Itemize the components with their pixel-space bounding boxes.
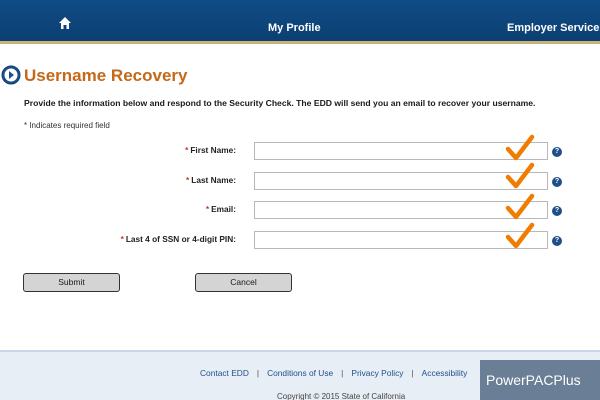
footer-links: Contact EDD | Conditions of Use | Privacy Po… bbox=[200, 368, 482, 378]
first-name-input[interactable] bbox=[254, 142, 548, 160]
email-label: * Email: bbox=[205, 204, 236, 214]
required-marker: * bbox=[205, 204, 210, 214]
footer-link-conditions-of-use[interactable]: Conditions of Use bbox=[267, 368, 333, 378]
cancel-button[interactable]: Cancel bbox=[195, 273, 292, 292]
help-icon[interactable]: ? bbox=[552, 177, 562, 187]
footer-separator: | bbox=[341, 368, 344, 378]
instructions-text: Provide the information below and respon… bbox=[24, 98, 536, 108]
top-nav-bar: My Profile Employer Services bbox=[0, 0, 600, 44]
help-icon[interactable]: ? bbox=[552, 206, 562, 216]
footer-separator: | bbox=[411, 368, 414, 378]
help-icon[interactable]: ? bbox=[552, 147, 562, 157]
required-marker: * bbox=[120, 234, 124, 244]
ssn-pin-label: * Last 4 of SSN or 4-digit PIN: bbox=[120, 234, 236, 244]
first-name-label: * First Name: bbox=[185, 145, 236, 155]
nav-my-profile[interactable]: My Profile bbox=[268, 22, 321, 34]
required-marker: * bbox=[185, 145, 189, 155]
email-input[interactable] bbox=[254, 201, 548, 219]
watermark-badge: PowerPACPlus bbox=[480, 360, 600, 400]
submit-button[interactable]: Submit bbox=[23, 273, 120, 292]
help-icon[interactable]: ? bbox=[552, 236, 562, 246]
arrow-circle-icon bbox=[1, 65, 21, 85]
ssn-pin-input[interactable] bbox=[254, 231, 548, 249]
page-title: Username Recovery bbox=[24, 66, 188, 85]
footer-link-privacy-policy[interactable]: Privacy Policy bbox=[351, 368, 403, 378]
required-marker: * bbox=[186, 175, 190, 185]
footer-link-accessibility[interactable]: Accessibility bbox=[422, 368, 468, 378]
copyright-text: Copyright © 2015 State of California bbox=[277, 392, 406, 400]
footer-separator: | bbox=[256, 368, 260, 378]
footer-link-contact-edd[interactable]: Contact EDD bbox=[200, 368, 249, 378]
nav-employer-services[interactable]: Employer Services bbox=[507, 22, 600, 34]
home-icon[interactable] bbox=[58, 16, 78, 32]
required-field-note: * Indicates required field bbox=[24, 121, 110, 130]
last-name-input[interactable] bbox=[254, 172, 548, 190]
last-name-label: * Last Name: bbox=[186, 175, 236, 185]
